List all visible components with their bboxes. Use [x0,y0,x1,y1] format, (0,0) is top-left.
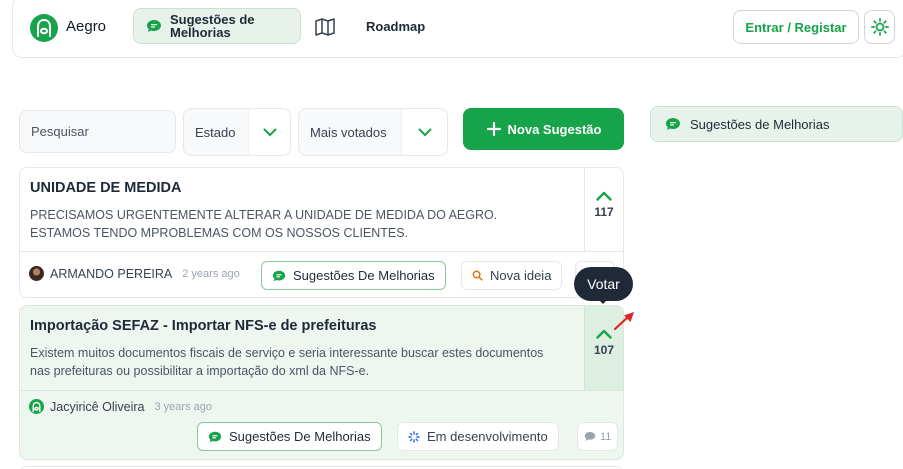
nav-roadmap-link[interactable]: Roadmap [366,19,425,34]
comments-count: 11 [600,430,612,443]
category-label: Sugestões De Melhorias [293,268,435,283]
tooltip-arrow [598,299,608,304]
plus-icon [486,121,501,137]
post-author: ARMANDO PEREIRA 2 years ago [29,266,240,281]
author-name: Jacyiricê Oliveira [50,399,145,414]
sort-label: Mais votados [310,124,387,140]
post-description: PRECISAMOS URGENTEMENTE ALTERAR A UNIDAD… [30,208,498,240]
chat-bubble-icon [147,20,161,32]
vote-count: 117 [594,205,614,219]
loader-icon [408,430,420,443]
new-suggestion-button[interactable]: Nova Sugestão [463,108,624,150]
category-label: Sugestões De Melhorias [229,429,371,444]
sun-icon [870,18,889,36]
chat-bubble-icon [272,270,286,281]
state-filter-select[interactable]: Estado [183,108,291,156]
comment-icon [584,432,596,441]
login-register-button[interactable]: Entrar / Registar [733,10,859,44]
card-divider [20,390,623,391]
status-label: Nova ideia [490,268,552,283]
state-filter-label: Estado [195,124,236,140]
post-title[interactable]: UNIDADE DE MEDIDA [30,180,181,196]
chevron-up-icon [596,191,612,201]
post-author: Jacyiricê Oliveira 3 years ago [29,399,212,414]
author-name: ARMANDO PEREIRA [50,266,173,281]
post-card[interactable]: Importação SEFAZ - Importar NFS-e de pre… [19,305,624,460]
chevron-down-icon [401,109,447,155]
avatar [29,399,44,414]
post-description: Existem muitos documentos fiscais de ser… [30,346,544,378]
nav-tab-label-line2: Melhorias [170,25,231,40]
post-title[interactable]: Importação SEFAZ - Importar NFS-e de pre… [30,318,376,334]
avatar [29,266,44,281]
category-badge[interactable]: Sugestões De Melhorias [197,422,382,451]
aegro-logo-icon[interactable] [30,14,58,42]
vote-count: 107 [593,343,615,357]
card-divider [20,251,623,252]
brand-name[interactable]: Aegro [66,18,106,35]
category-badge[interactable]: Sugestões De Melhorias [261,261,446,290]
new-suggestion-label: Nova Sugestão [507,121,602,137]
status-label: Em desenvolvimento [427,429,548,444]
sidebar-category-sugestoes[interactable]: Sugestões de Melhorias [650,106,903,142]
chat-bubble-icon [208,431,222,442]
vote-button[interactable]: 117 [584,168,623,251]
nav-tab-sugestoes-de-melhorias[interactable]: Sugestões de Melhorias [133,8,301,44]
map-icon[interactable] [314,18,336,36]
status-badge[interactable]: Nova ideia [461,261,563,290]
chat-bubble-icon [666,118,680,130]
status-badge[interactable]: Em desenvolvimento [397,422,559,451]
theme-toggle-button[interactable] [864,10,895,44]
vote-tooltip: Votar [574,267,633,301]
post-time: 3 years ago [154,400,212,413]
chevron-up-icon [596,329,612,339]
sidebar-category-label: Sugestões de Melhorias [690,116,830,132]
comments-badge[interactable]: 11 [577,422,619,451]
sort-select[interactable]: Mais votados [298,108,448,156]
cursor-arrow-icon [614,312,634,331]
nav-tab-label: Sugestões de Melhorias [170,13,255,39]
post-card[interactable]: UNIDADE DE MEDIDA PRECISAMOS URGENTEMENT… [19,167,624,298]
chevron-down-icon [248,109,290,155]
search-input[interactable]: Pesquisar [19,110,176,153]
post-time: 2 years ago [182,267,240,280]
search-icon [472,270,483,281]
